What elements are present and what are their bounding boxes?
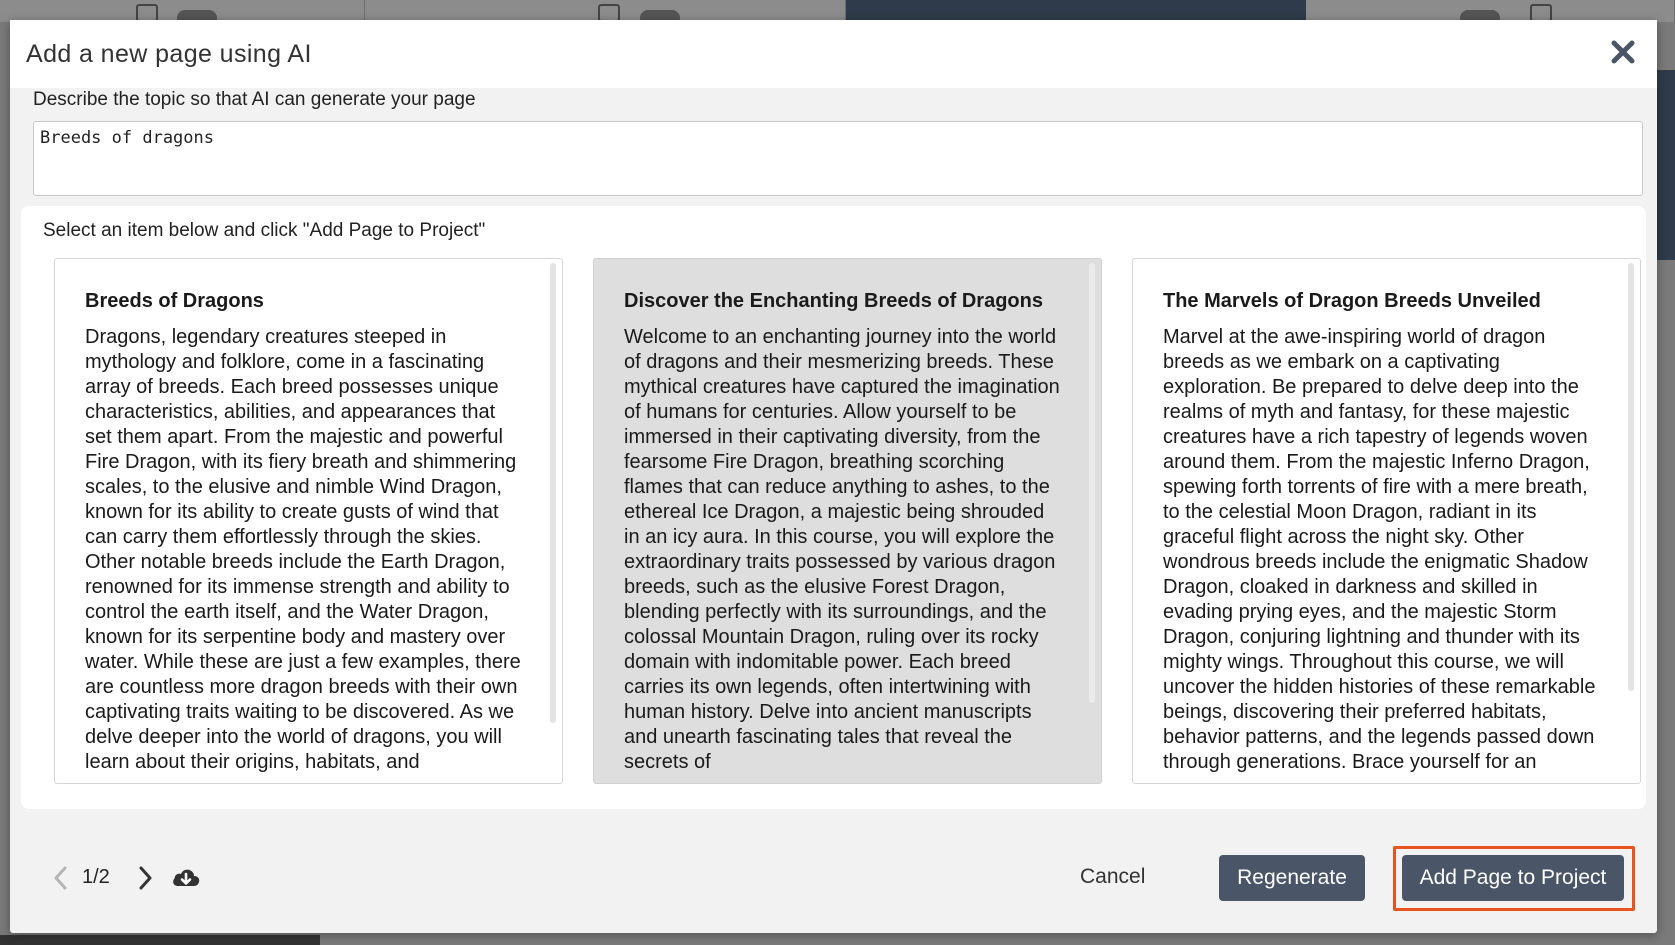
previous-page-button[interactable] — [50, 865, 70, 891]
results-instruction: Select an item below and click "Add Page… — [43, 220, 486, 241]
results-panel: Select an item below and click "Add Page… — [21, 206, 1646, 809]
card-content: The Marvels of Dragon Breeds Unveiled Ma… — [1163, 289, 1603, 783]
result-card[interactable]: Breeds of Dragons Dragons, legendary cre… — [54, 258, 563, 784]
card-scrollbar[interactable] — [1089, 263, 1095, 703]
card-title: The Marvels of Dragon Breeds Unveiled — [1163, 290, 1541, 312]
card-content: Discover the Enchanting Breeds of Dragon… — [624, 289, 1064, 783]
dialog-title: Add a new page using AI — [26, 40, 312, 68]
close-icon — [1611, 40, 1635, 64]
page-indicator: 1/2 — [82, 866, 110, 888]
prompt-label: Describe the topic so that AI can genera… — [33, 89, 476, 110]
card-scrollbar[interactable] — [1628, 263, 1634, 691]
result-card-selected[interactable]: Discover the Enchanting Breeds of Dragon… — [593, 258, 1102, 784]
topic-input[interactable]: Breeds of dragons — [33, 121, 1643, 196]
next-page-button[interactable] — [136, 865, 156, 891]
card-body: Welcome to an enchanting journey into th… — [624, 326, 1060, 773]
background-panel-edge — [1657, 70, 1675, 260]
chevron-left-icon — [54, 866, 67, 890]
card-scrollbar[interactable] — [550, 263, 556, 723]
regenerate-button[interactable]: Regenerate — [1219, 855, 1365, 901]
background-dark-segment — [846, 0, 1306, 22]
cloud-download-icon — [173, 869, 200, 886]
background-bottom-bar — [0, 935, 320, 945]
chevron-right-icon — [139, 866, 152, 890]
add-page-to-project-button[interactable]: Add Page to Project — [1402, 855, 1624, 901]
result-card[interactable]: The Marvels of Dragon Breeds Unveiled Ma… — [1132, 258, 1641, 784]
card-title: Breeds of Dragons — [85, 290, 264, 312]
card-body: Dragons, legendary creatures steeped in … — [85, 326, 521, 773]
card-title: Discover the Enchanting Breeds of Dragon… — [624, 290, 1043, 312]
dialog-header: Add a new page using AI — [10, 20, 1657, 88]
card-content: Breeds of Dragons Dragons, legendary cre… — [85, 289, 525, 783]
close-button[interactable] — [1607, 36, 1639, 68]
cancel-button[interactable]: Cancel — [1080, 865, 1145, 889]
download-button[interactable] — [170, 862, 202, 894]
ai-page-dialog: Add a new page using AI Describe the top… — [10, 20, 1657, 933]
card-body: Marvel at the awe-inspiring world of dra… — [1163, 326, 1596, 773]
